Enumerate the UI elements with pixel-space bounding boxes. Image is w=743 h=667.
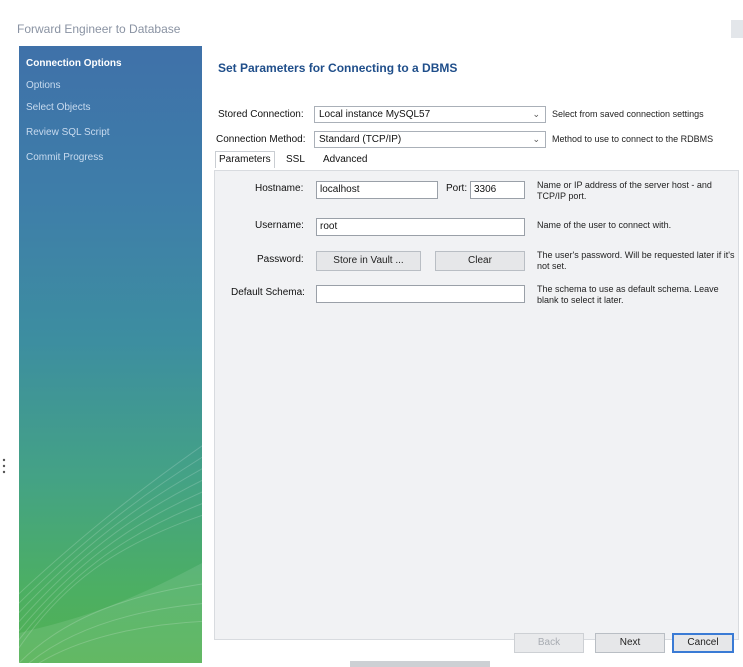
stored-connection-label: Stored Connection: — [218, 109, 304, 120]
title-bar: Forward Engineer to Database — [0, 0, 743, 44]
chevron-down-icon: ⌄ — [532, 134, 540, 144]
password-hint: The user's password. Will be requested l… — [537, 250, 735, 271]
cancel-button[interactable]: Cancel — [672, 633, 734, 653]
next-button[interactable]: Next — [595, 633, 665, 653]
close-icon[interactable] — [731, 20, 743, 38]
stored-connection-select[interactable]: Local instance MySQL57 ⌄ — [314, 106, 546, 123]
default-schema-input[interactable] — [316, 285, 525, 303]
sidebar-item-review-sql-script[interactable]: Review SQL Script — [26, 127, 110, 138]
hostname-input[interactable]: localhost — [316, 181, 438, 199]
sidebar-waves-decoration — [19, 445, 202, 663]
username-hint: Name of the user to connect with. — [537, 220, 672, 230]
username-input[interactable]: root — [316, 218, 525, 236]
tab-ssl[interactable]: SSL — [286, 154, 305, 165]
default-schema-label: Default Schema: — [231, 287, 305, 298]
chevron-down-icon: ⌄ — [532, 109, 540, 119]
taskbar-fragment — [350, 661, 490, 667]
sidebar-item-select-objects[interactable]: Select Objects — [26, 102, 90, 113]
wizard-sidebar: Connection Options Options Select Object… — [19, 46, 202, 663]
username-label: Username: — [255, 220, 304, 231]
default-schema-hint: The schema to use as default schema. Lea… — [537, 284, 719, 305]
tab-parameters[interactable]: Parameters — [215, 151, 275, 168]
parameters-panel: Hostname: localhost Port: 3306 Name or I… — [214, 170, 739, 640]
connection-method-label: Connection Method: — [216, 134, 306, 145]
connection-method-value: Standard (TCP/IP) — [319, 134, 402, 145]
tab-advanced[interactable]: Advanced — [323, 154, 367, 165]
hostname-label: Hostname: — [255, 183, 304, 194]
clear-password-button[interactable]: Clear — [435, 251, 525, 271]
port-input[interactable]: 3306 — [470, 181, 525, 199]
connection-method-hint: Method to use to connect to the RDBMS — [552, 134, 714, 144]
window-title: Forward Engineer to Database — [17, 22, 181, 36]
port-label: Port: — [446, 183, 468, 194]
hostname-hint: Name or IP address of the server host - … — [537, 180, 712, 201]
password-label: Password: — [257, 254, 304, 265]
back-button[interactable]: Back — [514, 633, 584, 653]
stored-connection-hint: Select from saved connection settings — [552, 109, 704, 119]
stored-connection-value: Local instance MySQL57 — [319, 109, 431, 120]
connection-method-select[interactable]: Standard (TCP/IP) ⌄ — [314, 131, 546, 148]
page-title: Set Parameters for Connecting to a DBMS — [218, 61, 458, 75]
sidebar-item-options[interactable]: Options — [26, 80, 60, 91]
window-edge-grip-icon — [2, 458, 6, 474]
sidebar-item-commit-progress[interactable]: Commit Progress — [26, 152, 103, 163]
main-content: Set Parameters for Connecting to a DBMS … — [202, 46, 743, 663]
sidebar-item-connection-options[interactable]: Connection Options — [26, 58, 122, 69]
store-in-vault-button[interactable]: Store in Vault ... — [316, 251, 421, 271]
